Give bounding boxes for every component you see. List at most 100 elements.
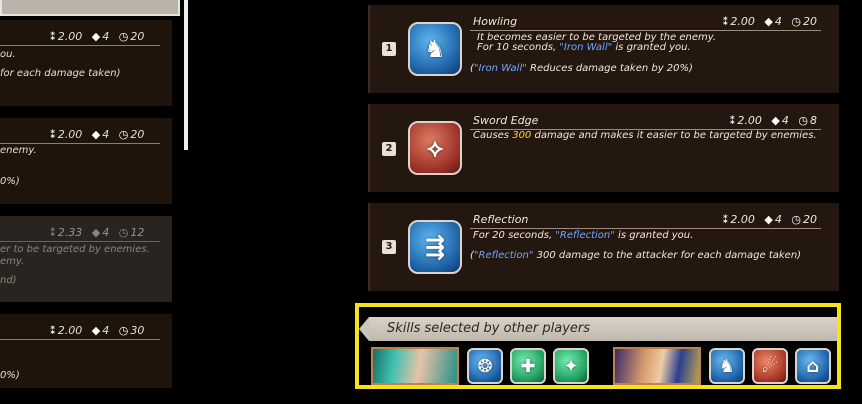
buff-note: ("Reflection" 300 damage to the attacker… <box>470 250 802 261</box>
cost-value: 4 <box>774 15 782 28</box>
stats-row: ⁑ 2.00 ◆ 4 ◷ 20 <box>717 213 817 226</box>
stats-row: ⁑ 2.00 ◆ 4 ◷ 8 <box>724 114 817 127</box>
panel-title: Skills selected by other players <box>387 321 591 336</box>
stats-row: ⁑ 2.00 ◆ 4 ◷ 30 <box>44 324 144 337</box>
cooldown-value: 8 <box>810 114 817 127</box>
desc-line: emy. <box>0 256 25 267</box>
cooldown-icon: ◷ <box>118 128 129 141</box>
howling-icon: ♞ <box>408 22 462 76</box>
skill-description: For 10 seconds, "Iron Wall" is granted y… <box>477 42 691 53</box>
cooldown-icon: ◷ <box>118 324 129 337</box>
left-skill-card-disabled[interactable]: ⁑ 2.33 ◆ 4 ◷ 12 er to be targeted by enemie… <box>0 216 172 302</box>
stats-row: ⁑ 2.33 ◆ 4 ◷ 12 <box>44 226 144 239</box>
cost-icon: ◆ <box>764 15 773 28</box>
desc-line: 0%) <box>0 370 20 381</box>
desc-line: for each damage taken) <box>0 68 121 79</box>
cost-value: 4 <box>102 324 110 337</box>
cooldown-value: 20 <box>130 30 145 43</box>
skill-card-sword-edge[interactable]: 2 ⟡ Sword Edge ⁑ 2.00 ◆ 4 ◷ 8 Causes 300 da… <box>368 104 839 192</box>
reflection-icon: ⇶ <box>408 220 462 274</box>
cast-time-value: 2.00 <box>57 30 83 43</box>
cooldown-value: 30 <box>130 324 145 337</box>
banner-arrow-icon <box>359 317 369 341</box>
left-skill-card[interactable]: ⁑ 2.00 ◆ 4 ◷ 20 enemy. 0%) <box>0 118 172 204</box>
cooldown-icon: ◷ <box>798 114 808 127</box>
skill-description: Causes 300 damage and makes it easier to… <box>473 130 817 141</box>
heart-shield-icon[interactable]: ❂ <box>467 348 503 384</box>
desc-line: er to be targeted by enemies. <box>0 244 150 255</box>
skill-name: Reflection <box>473 213 529 226</box>
buff-note: ("Iron Wall" Reduces damage taken by 20%… <box>470 63 693 74</box>
top-frame <box>0 0 180 16</box>
dome-shield-icon[interactable]: ⌂ <box>795 348 831 384</box>
cast-time-value: 2.33 <box>57 226 83 239</box>
skill-name: Sword Edge <box>473 114 539 127</box>
cost-value: 4 <box>781 114 789 127</box>
divider <box>470 228 821 229</box>
skill-card-howling[interactable]: 1 ♞ Howling ⁑ 2.00 ◆ 4 ◷ 20 It becomes easi… <box>368 5 839 93</box>
desc-line: 0%) <box>0 176 20 187</box>
stats-row: ⁑ 2.00 ◆ 4 ◷ 20 <box>44 128 144 141</box>
cost-icon: ◆ <box>91 128 101 141</box>
cast-time-value: 2.00 <box>57 324 83 337</box>
cooldown-value: 20 <box>803 15 817 28</box>
cooldown-value: 20 <box>803 213 817 226</box>
cast-time-icon: ⁑ <box>50 128 56 141</box>
panel-banner: Skills selected by other players <box>359 317 837 341</box>
cost-icon: ◆ <box>764 213 773 226</box>
cooldown-icon: ◷ <box>118 226 129 239</box>
cast-time-icon: ⁑ <box>722 15 729 28</box>
heal-drop-icon[interactable]: ✚ <box>510 348 546 384</box>
cast-time-value: 2.00 <box>730 213 755 226</box>
buff-name: "Iron Wall" <box>559 42 613 53</box>
cast-time-value: 2.00 <box>57 128 83 141</box>
desc-line: ou. <box>0 49 16 60</box>
howl-icon[interactable]: ♞ <box>709 348 745 384</box>
divider <box>0 241 160 242</box>
buff-name: "Reflection" <box>555 230 615 241</box>
divider <box>0 45 160 46</box>
skill-number-badge: 3 <box>382 240 396 254</box>
player-portrait <box>371 347 459 385</box>
cost-value: 4 <box>102 128 110 141</box>
scrollbar[interactable] <box>184 0 188 150</box>
cooldown-value: 20 <box>130 128 145 141</box>
skill-name: Howling <box>473 15 518 28</box>
sword-edge-icon: ⟡ <box>408 121 462 175</box>
skill-number-badge: 1 <box>382 42 396 56</box>
damage-value: 300 <box>512 130 532 141</box>
cost-icon: ◆ <box>91 226 101 239</box>
cast-time-icon: ⁑ <box>50 30 56 43</box>
divider <box>0 339 160 340</box>
left-skill-card[interactable]: ⁑ 2.00 ◆ 4 ◷ 20 ou. for each damage taken) <box>0 20 172 106</box>
desc-line: nd) <box>0 275 17 286</box>
cooldown-icon: ◷ <box>791 213 801 226</box>
cast-time-icon: ⁑ <box>50 324 56 337</box>
cost-icon: ◆ <box>771 114 780 127</box>
cast-time-icon: ⁑ <box>722 213 729 226</box>
cast-time-value: 2.00 <box>737 114 762 127</box>
cost-icon: ◆ <box>91 30 101 43</box>
cooldown-value: 12 <box>130 226 145 239</box>
skill-description: For 20 seconds, "Reflection" is granted … <box>473 230 694 241</box>
cast-time-icon: ⁑ <box>729 114 736 127</box>
cost-value: 4 <box>774 213 782 226</box>
skill-card-reflection[interactable]: 3 ⇶ Reflection ⁑ 2.00 ◆ 4 ◷ 20 For 20 secon… <box>368 203 839 291</box>
cast-time-icon: ⁑ <box>50 226 56 239</box>
cooldown-icon: ◷ <box>791 15 801 28</box>
stats-row: ⁑ 2.00 ◆ 4 ◷ 20 <box>717 15 817 28</box>
cost-icon: ◆ <box>91 324 101 337</box>
sparkle-grid-icon[interactable]: ✦ <box>553 348 589 384</box>
player-portrait <box>613 347 701 385</box>
desc-line: enemy. <box>0 145 37 156</box>
comet-icon[interactable]: ☄ <box>752 348 788 384</box>
divider <box>470 30 821 31</box>
cooldown-icon: ◷ <box>118 30 129 43</box>
skill-number-badge: 2 <box>382 142 396 156</box>
cost-value: 4 <box>102 30 110 43</box>
other-players-skills-panel: Skills selected by other players ❂ ✚ ✦ ♞… <box>355 303 841 389</box>
divider <box>0 143 160 144</box>
cast-time-value: 2.00 <box>730 15 755 28</box>
left-skill-card[interactable]: ⁑ 2.00 ◆ 4 ◷ 30 0%) <box>0 314 172 388</box>
stats-row: ⁑ 2.00 ◆ 4 ◷ 20 <box>44 30 144 43</box>
